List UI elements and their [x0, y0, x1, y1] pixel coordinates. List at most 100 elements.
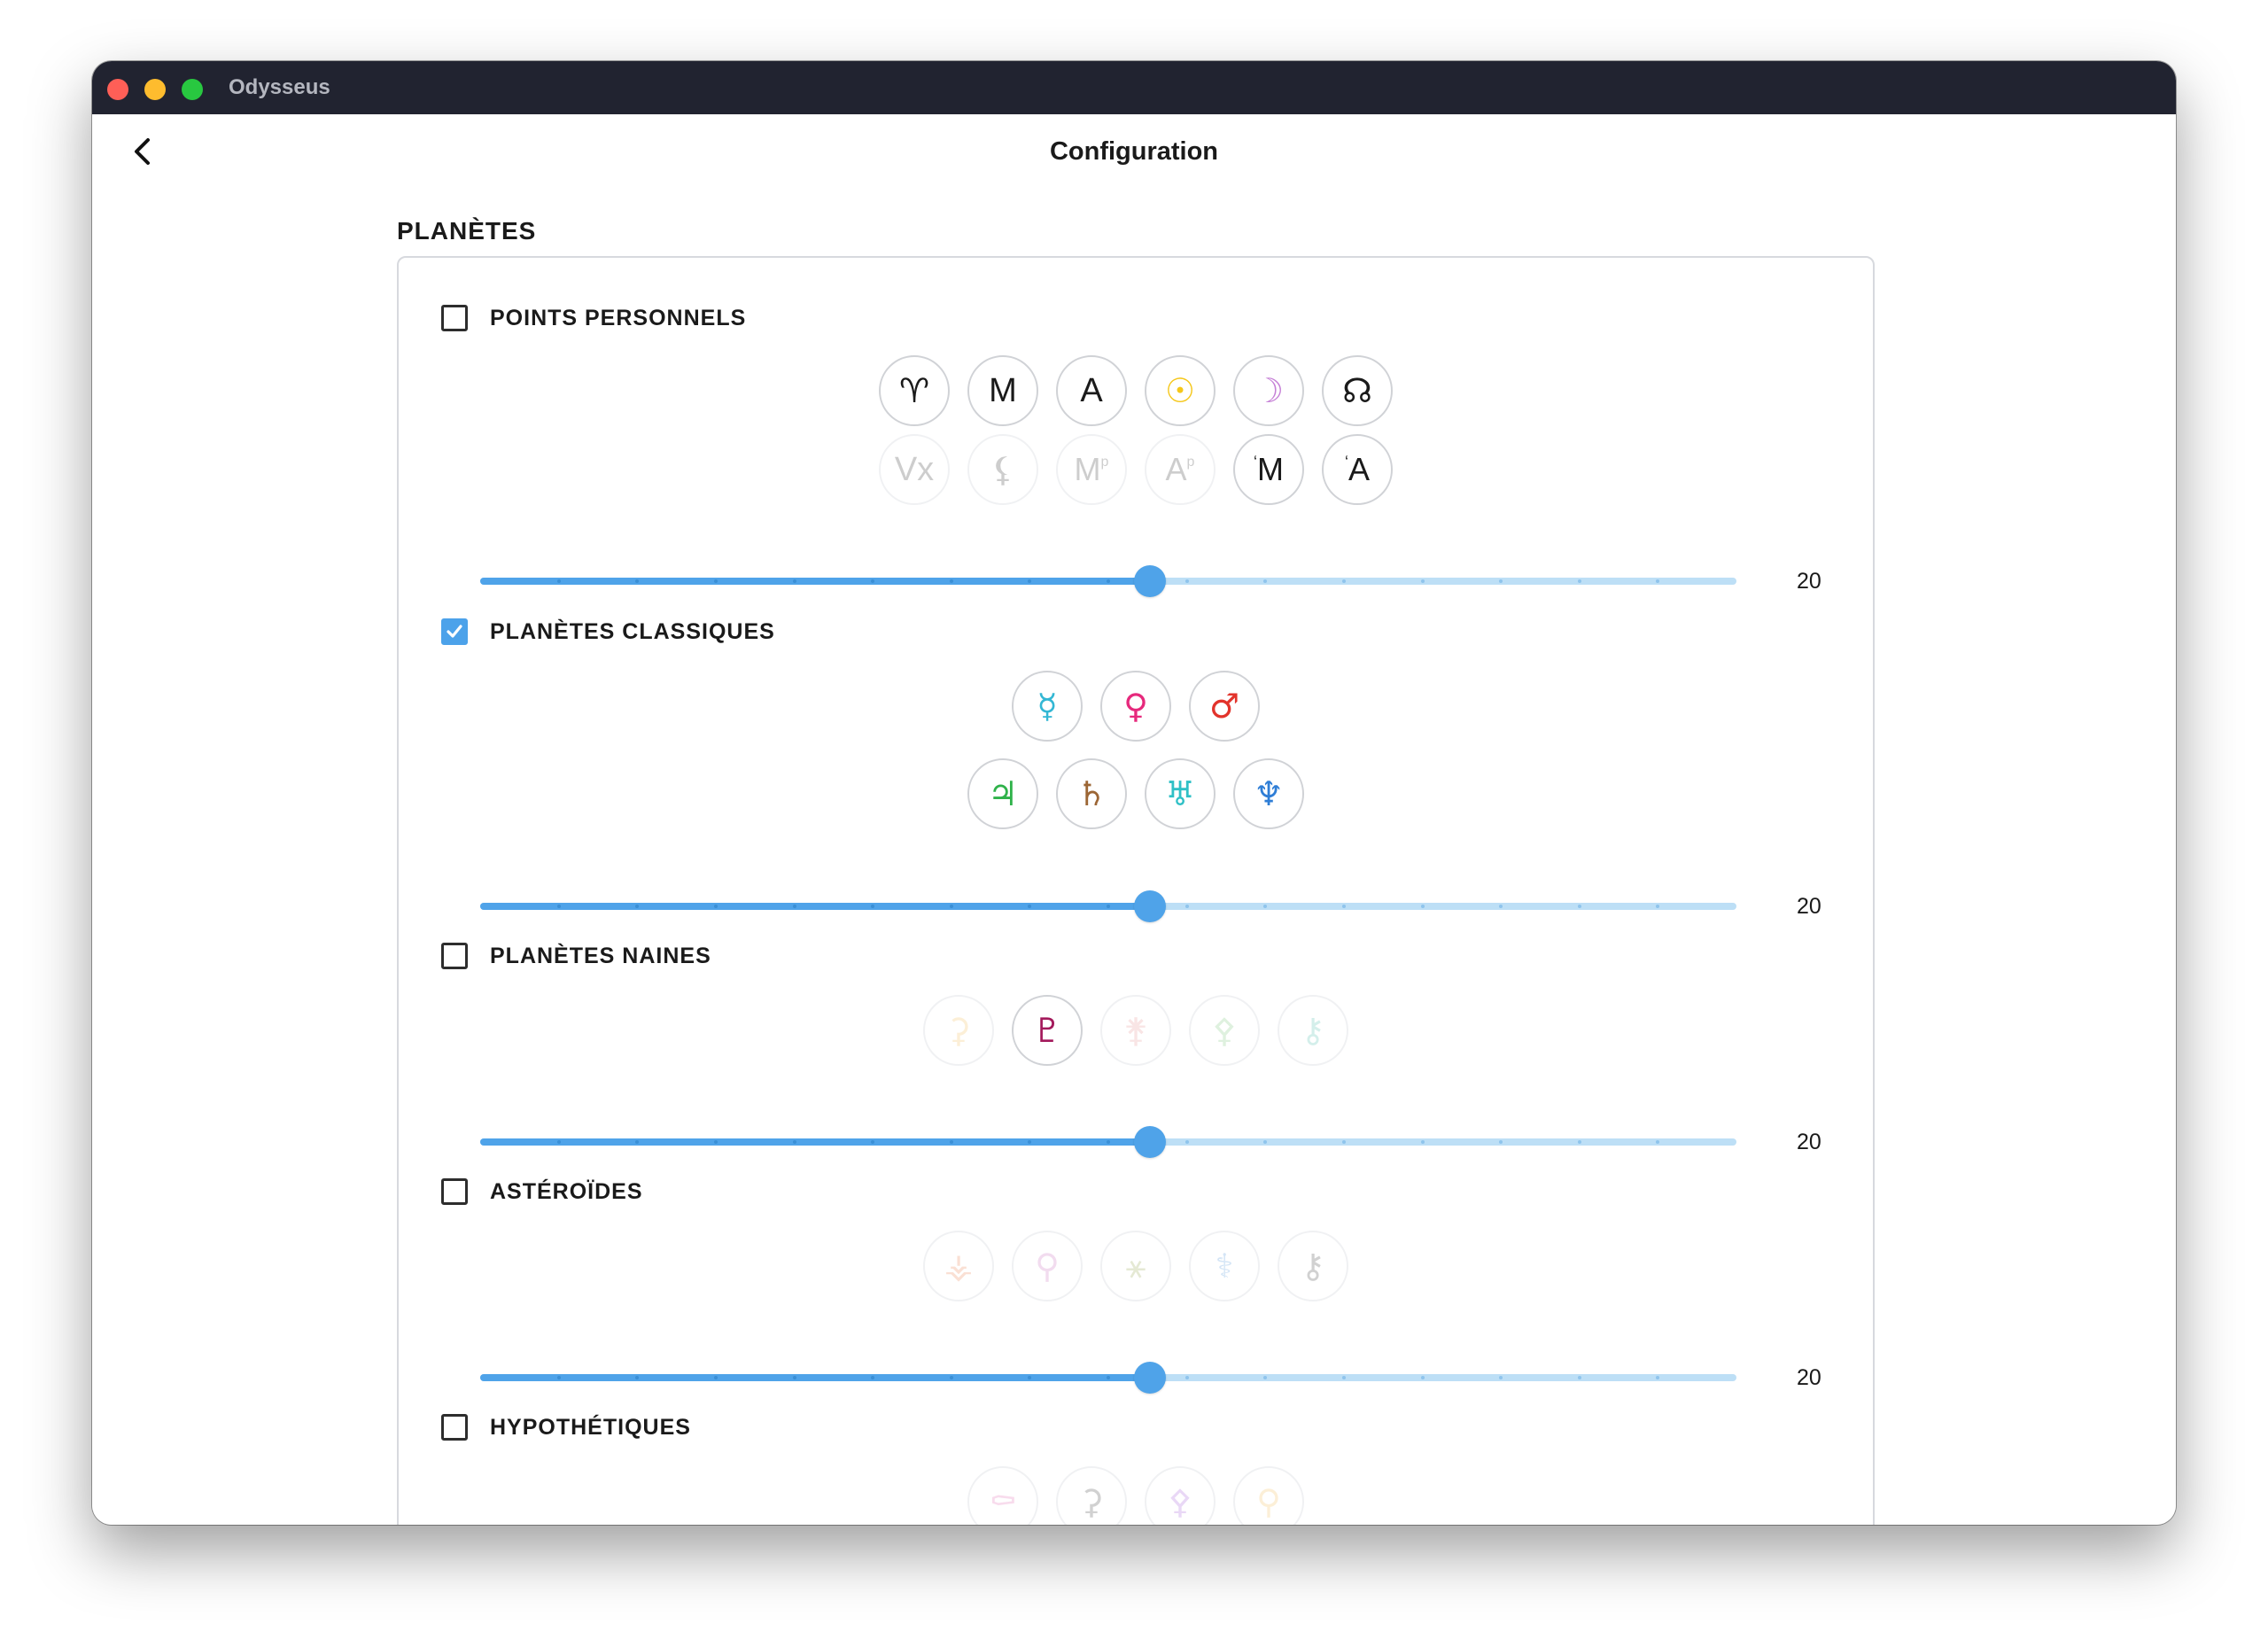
haumea-toggle[interactable]: ⚵: [1100, 995, 1171, 1066]
vesta-icon: ⚶: [944, 1247, 974, 1286]
hypothetical-zeus-icon: ⚴: [1168, 1482, 1192, 1521]
slider-tick: [949, 579, 953, 583]
slider-tick: [792, 1376, 796, 1379]
pallas-icon: ⚲: [1035, 1247, 1060, 1286]
checkbox-hypothetiques[interactable]: [441, 1414, 468, 1441]
slider-tick: [1107, 1376, 1110, 1379]
aries-point-toggle[interactable]: ♈︎: [879, 355, 950, 426]
icon-row: ⚰ ⚳ ⚴ ⚲: [399, 1466, 1873, 1525]
orb-slider-planetes-naines[interactable]: [480, 1124, 1736, 1160]
icon-row: ♈︎ M A ☉ ☽ ☊: [399, 355, 1873, 426]
slider-tick: [949, 1376, 953, 1379]
slider-fill: [480, 578, 1150, 585]
orb-slider-points-personnels[interactable]: [480, 563, 1736, 599]
hygiea-icon: ⚕: [1215, 1247, 1234, 1286]
slider-tick: [556, 905, 561, 908]
slider-tick: [1184, 579, 1189, 583]
hypothetical-cupido-toggle[interactable]: ⚰: [967, 1466, 1038, 1525]
title-bar: Odysseus: [92, 61, 2176, 114]
slider-tick: [1420, 905, 1425, 908]
hypothetical-kronos-toggle[interactable]: ⚲: [1233, 1466, 1304, 1525]
saturn-icon: ♄: [1076, 774, 1107, 813]
slider-tick: [556, 1140, 561, 1144]
slider-value: 20: [1797, 894, 1821, 919]
slider-tick: [1107, 905, 1110, 908]
ceres-toggle[interactable]: ⚳: [923, 995, 994, 1066]
slider-thumb[interactable]: [1133, 1362, 1166, 1394]
group-label: PLANÈTES CLASSIQUES: [490, 618, 775, 644]
slider-tick: [1420, 1140, 1425, 1144]
checkbox-asteroides[interactable]: [441, 1178, 468, 1205]
checkbox-planetes-classiques[interactable]: [441, 618, 468, 645]
vertex-toggle[interactable]: Vx: [879, 434, 950, 505]
ceres-icon: ⚳: [946, 1011, 971, 1050]
hypothetical-hades-toggle[interactable]: ⚳: [1056, 1466, 1127, 1525]
mercury-icon: ☿: [1037, 687, 1058, 726]
chiron-icon: ⚷: [1301, 1247, 1325, 1286]
slider-thumb[interactable]: [1133, 565, 1166, 597]
pluto-toggle[interactable]: ♇: [1012, 995, 1083, 1066]
pluto-icon: ♇: [1031, 1011, 1063, 1050]
slider-thumb[interactable]: [1133, 890, 1166, 922]
minimize-window-button[interactable]: [144, 79, 166, 100]
midheaven-icon: M: [989, 372, 1017, 409]
slider-tick: [1107, 579, 1110, 583]
jupiter-icon: ♃: [987, 774, 1019, 813]
checkbox-planetes-naines[interactable]: [441, 943, 468, 969]
slider-tick: [713, 905, 718, 908]
icon-row: ☿ ♀ ♂: [399, 671, 1873, 742]
ascendant-icon: A: [1080, 372, 1103, 409]
mars-toggle[interactable]: ♂: [1189, 671, 1260, 742]
group-header-points-personnels: POINTS PERSONNELS: [441, 302, 746, 334]
vedic-ascendant-toggle[interactable]: ʻA: [1322, 434, 1393, 505]
progressed-ascendant-toggle[interactable]: Ap: [1145, 434, 1216, 505]
slider-fill: [480, 903, 1150, 910]
icon-row: Vx ⚸ Mp Ap ʻM ʻA: [399, 434, 1873, 505]
progressed-midheaven-toggle[interactable]: Mp: [1056, 434, 1127, 505]
midheaven-toggle[interactable]: M: [967, 355, 1038, 426]
aries-point-icon: ♈︎: [898, 371, 930, 410]
uranus-icon: ♅: [1164, 774, 1196, 813]
slider-row-planetes-naines: 20: [399, 1124, 1873, 1160]
hypothetical-hades-icon: ⚳: [1079, 1482, 1104, 1521]
hypothetical-zeus-toggle[interactable]: ⚴: [1145, 1466, 1216, 1525]
slider-tick: [1420, 1376, 1425, 1379]
juno-toggle[interactable]: ⚹: [1100, 1231, 1171, 1301]
sun-toggle[interactable]: ☉: [1145, 355, 1216, 426]
slider-thumb[interactable]: [1133, 1126, 1166, 1158]
neptune-icon: ♆: [1253, 774, 1285, 813]
lilith-toggle[interactable]: ⚸: [967, 434, 1038, 505]
uranus-toggle[interactable]: ♅: [1145, 758, 1216, 829]
north-node-toggle[interactable]: ☊: [1322, 355, 1393, 426]
mercury-toggle[interactable]: ☿: [1012, 671, 1083, 742]
pallas-toggle[interactable]: ⚲: [1012, 1231, 1083, 1301]
makemake-toggle[interactable]: ⚴: [1189, 995, 1260, 1066]
orb-slider-planetes-classiques[interactable]: [480, 889, 1736, 924]
slider-tick: [949, 1140, 953, 1144]
moon-toggle[interactable]: ☽: [1233, 355, 1304, 426]
slider-tick: [1107, 1140, 1110, 1144]
planets-panel: POINTS PERSONNELS ♈︎ M A ☉ ☽ ☊ Vx ⚸ Mp Ap ʻM ʻA 20 PLA…: [397, 256, 1875, 1525]
slider-row-asteroides: 20: [399, 1360, 1873, 1395]
slider-tick: [713, 1140, 718, 1144]
close-window-button[interactable]: [107, 79, 128, 100]
neptune-toggle[interactable]: ♆: [1233, 758, 1304, 829]
slider-tick: [792, 905, 796, 908]
jupiter-toggle[interactable]: ♃: [967, 758, 1038, 829]
slider-row-points-personnels: 20: [399, 563, 1873, 599]
saturn-toggle[interactable]: ♄: [1056, 758, 1127, 829]
group-label: POINTS PERSONNELS: [490, 305, 747, 330]
chiron-toggle[interactable]: ⚷: [1278, 1231, 1348, 1301]
ascendant-toggle[interactable]: A: [1056, 355, 1127, 426]
hygiea-toggle[interactable]: ⚕: [1189, 1231, 1260, 1301]
checkbox-points-personnels[interactable]: [441, 305, 468, 331]
vedic-midheaven-toggle[interactable]: ʻM: [1233, 434, 1304, 505]
eris-toggle[interactable]: ⚷: [1278, 995, 1348, 1066]
hypothetical-cupido-icon: ⚰: [988, 1482, 1018, 1521]
icon-row: ⚶ ⚲ ⚹ ⚕ ⚷: [399, 1231, 1873, 1301]
slider-tick: [792, 1140, 796, 1144]
zoom-window-button[interactable]: [182, 79, 203, 100]
orb-slider-asteroides[interactable]: [480, 1360, 1736, 1395]
venus-toggle[interactable]: ♀: [1100, 671, 1171, 742]
vesta-toggle[interactable]: ⚶: [923, 1231, 994, 1301]
